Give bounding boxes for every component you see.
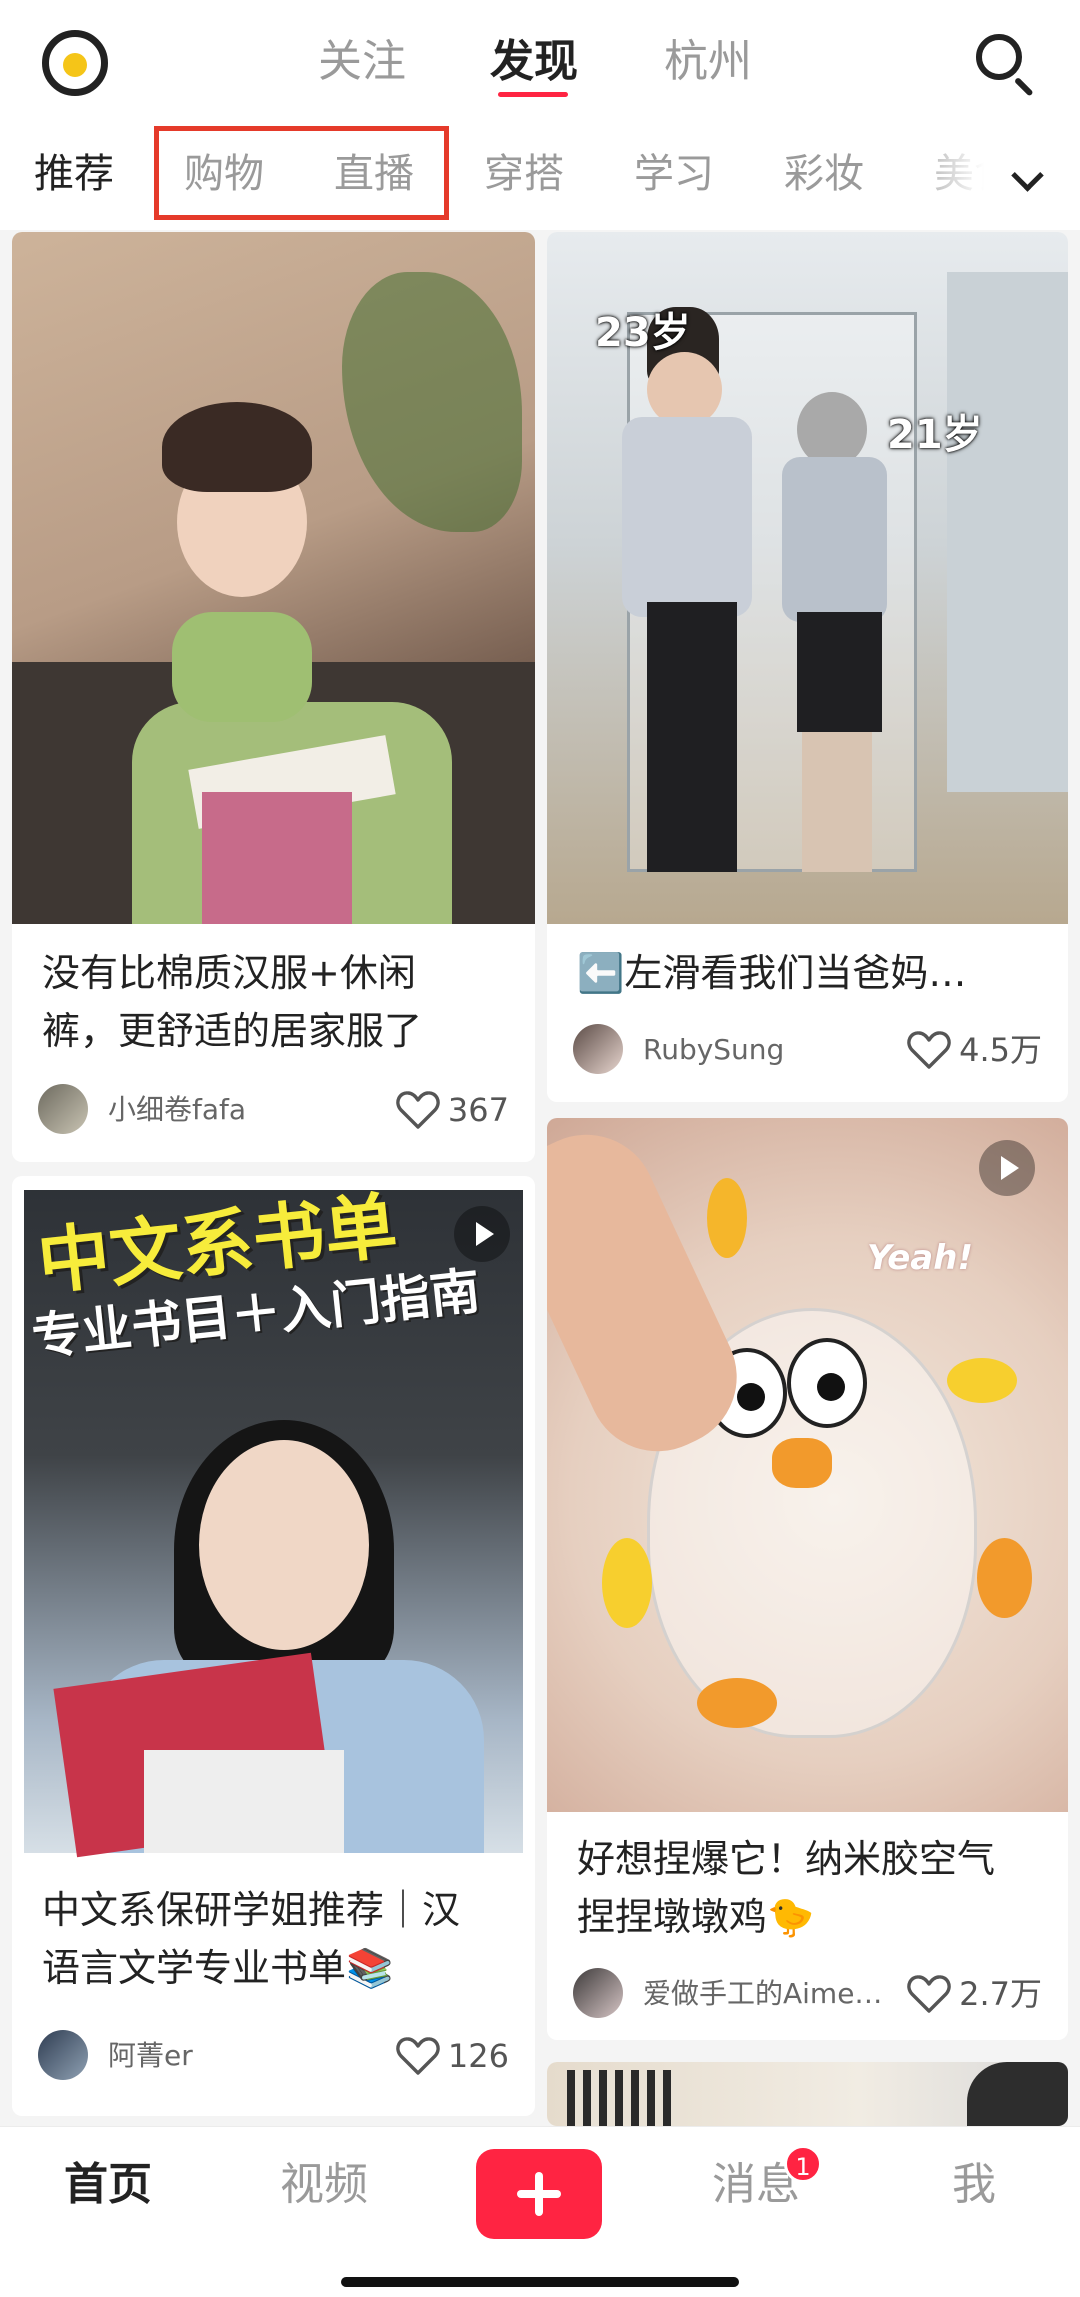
image-tag: 23岁 <box>595 310 691 356</box>
like-button[interactable]: 2.7万 <box>907 1970 1042 2018</box>
avatar[interactable] <box>573 1968 623 2018</box>
card-image: 中文系书单 专业书目＋入门指南 <box>24 1183 523 1858</box>
card-meta: 爱做手工的Aime… 2.7万 <box>573 1966 1042 2022</box>
avatar[interactable] <box>38 2030 88 2080</box>
author-name[interactable]: 阿菁er <box>108 2036 193 2076</box>
like-count: 367 <box>447 1091 509 1129</box>
like-count: 126 <box>447 2037 509 2075</box>
like-button[interactable]: 4.5万 <box>907 1026 1042 1074</box>
category-bar: 推荐 购物 直播 穿搭 学习 彩妆 美食 <box>0 122 1080 230</box>
nav-me[interactable]: 我 <box>952 2155 996 2215</box>
heart-icon <box>396 2037 440 2075</box>
like-button[interactable]: 367 <box>396 1086 509 1134</box>
card-meta: 小细卷fafa 367 <box>38 1082 509 1138</box>
author-name[interactable]: RubySung <box>643 1030 784 1070</box>
card-title-line: 好想捏爆它！纳米胶空气 <box>577 1837 996 1881</box>
search-icon[interactable] <box>974 32 1036 97</box>
card-image: 23岁 21岁 <box>547 232 1068 924</box>
card-image <box>547 2062 1068 2126</box>
feed-card[interactable]: Yeah! 好想捏爆它！纳米胶空气 捏捏墩墩鸡🐤 爱做手工的Aime… 2.7万 <box>547 1118 1068 2040</box>
heart-icon <box>396 1091 440 1129</box>
top-header: 关注 发现 杭州 <box>0 0 1080 122</box>
avatar[interactable] <box>573 1024 623 1074</box>
active-tab-indicator <box>498 92 568 97</box>
card-title-line: ⬅️左滑看我们当爸妈… <box>577 951 967 995</box>
chevron-down-icon[interactable] <box>1010 162 1046 198</box>
nav-home[interactable]: 首页 <box>64 2155 152 2215</box>
heart-icon <box>907 1975 951 2013</box>
like-count: 4.5万 <box>959 1031 1042 1069</box>
feed-card[interactable]: 中文系书单 专业书目＋入门指南 中文系保研学姐推荐｜汉 语言文学专业书单📚 阿菁… <box>12 1176 535 2116</box>
card-title-line: 语言文学专业书单📚 <box>42 1946 394 1990</box>
highlight-box <box>154 126 449 220</box>
play-icon <box>979 1140 1035 1196</box>
tab-discover[interactable]: 发现 <box>490 32 578 92</box>
category-study[interactable]: 学习 <box>634 146 714 202</box>
card-image: Yeah! <box>547 1118 1068 1812</box>
app-logo-icon[interactable] <box>42 30 108 96</box>
category-fade <box>900 122 1020 230</box>
image-tag: 21岁 <box>887 412 983 458</box>
category-outfit[interactable]: 穿搭 <box>484 146 564 202</box>
author-name[interactable]: 小细卷fafa <box>108 1090 246 1130</box>
message-badge: 1 <box>784 2145 822 2183</box>
home-indicator <box>341 2277 739 2287</box>
play-icon <box>454 1206 510 1262</box>
tab-follow[interactable]: 关注 <box>318 32 406 92</box>
avatar[interactable] <box>38 1084 88 1134</box>
feed-card[interactable] <box>547 2062 1068 2126</box>
nav-video[interactable]: 视频 <box>280 2155 368 2215</box>
card-meta: RubySung 4.5万 <box>573 1022 1042 1078</box>
card-title-line: 没有比棉质汉服+休闲 <box>42 951 416 995</box>
author-name[interactable]: 爱做手工的Aime… <box>643 1974 882 2014</box>
like-button[interactable]: 126 <box>396 2032 509 2080</box>
card-image <box>12 232 535 924</box>
card-title-line: 中文系保研学姐推荐｜汉 <box>42 1888 461 1932</box>
image-text: Yeah! <box>867 1238 973 1278</box>
heart-icon <box>907 1031 951 1069</box>
category-makeup[interactable]: 彩妆 <box>784 146 864 202</box>
plus-icon[interactable] <box>476 2149 602 2239</box>
like-count: 2.7万 <box>959 1975 1042 2013</box>
card-meta: 阿菁er 126 <box>38 2028 509 2084</box>
feed-card[interactable]: 没有比棉质汉服+休闲 裤，更舒适的居家服了 小细卷fafa 367 <box>12 232 535 1162</box>
category-recommend[interactable]: 推荐 <box>34 146 114 202</box>
card-title-line: 捏捏墩墩鸡🐤 <box>577 1895 815 1939</box>
tab-hangzhou[interactable]: 杭州 <box>664 32 752 92</box>
feed-card[interactable]: 23岁 21岁 ⬅️左滑看我们当爸妈… RubySung 4.5万 <box>547 232 1068 1102</box>
card-title-line: 裤，更舒适的居家服了 <box>42 1009 423 1053</box>
bottom-navigation: 首页 视频 消息 1 我 <box>0 2126 1080 2297</box>
